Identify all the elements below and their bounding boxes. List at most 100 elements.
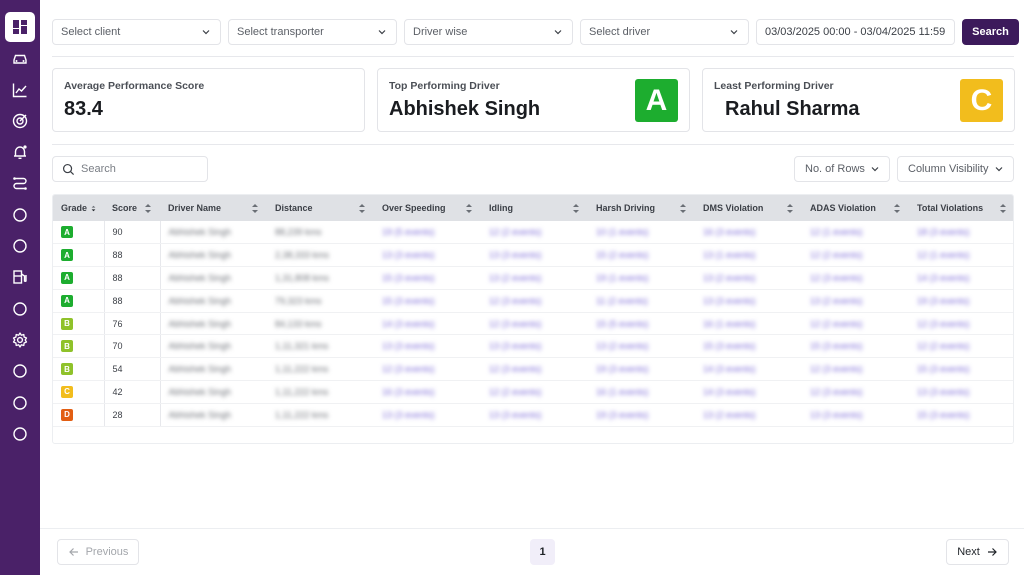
name-value: Abhishek Singh: [168, 364, 232, 375]
dms-value: 13 (1 events): [703, 250, 756, 261]
harsh-cell: 13 (2 events): [588, 334, 695, 359]
sidebar-item[interactable]: [5, 200, 35, 230]
column-header[interactable]: Grade: [53, 195, 104, 221]
dms-value: 14 (3 events): [703, 386, 756, 397]
column-header[interactable]: DMS Violation: [695, 195, 802, 221]
distance-cell: 88,239 kms: [267, 221, 374, 245]
least-driver-grade-badge: C: [960, 79, 1003, 122]
over-cell: 16 (3 events): [374, 380, 481, 404]
column-header[interactable]: Score: [104, 195, 160, 221]
top-driver-card: Top Performing Driver Abhishek Singh A: [377, 68, 690, 132]
sidebar-item[interactable]: [5, 294, 35, 324]
distance-value: 2,38,333 kms: [275, 250, 330, 261]
table-row[interactable]: A 88 Abhishek Singh 79,323 kms 15 (3 events)…: [53, 289, 1013, 313]
name-cell: Abhishek Singh: [160, 380, 267, 404]
sidebar: [0, 0, 40, 575]
sidebar-item[interactable]: [5, 388, 35, 418]
total-value: 12 (1 events): [917, 250, 970, 261]
sidebar-item[interactable]: [5, 106, 35, 136]
sidebar-item[interactable]: [5, 43, 35, 73]
table-row[interactable]: A 88 Abhishek Singh 1,31,808 kms 15 (3 event…: [53, 266, 1013, 290]
over-cell: 13 (3 events): [374, 243, 481, 268]
table-row[interactable]: C 42 Abhishek Singh 1,11,222 kms 16 (3 event…: [53, 380, 1013, 404]
distance-cell: 84,133 kms: [267, 312, 374, 336]
sort-icon[interactable]: [999, 203, 1007, 214]
client-select[interactable]: Select client: [52, 19, 221, 45]
car-icon: [13, 55, 27, 64]
date-range-picker[interactable]: 03/03/2025 00:00 - 03/04/2025 11:59: [756, 19, 955, 45]
name-value: Abhishek Singh: [168, 341, 232, 352]
column-header[interactable]: Harsh Driving: [588, 195, 695, 221]
next-button[interactable]: Next: [946, 539, 1009, 565]
column-visibility-select[interactable]: Column Visibility: [897, 156, 1014, 182]
previous-button[interactable]: Previous: [57, 539, 139, 565]
dms-cell: 13 (2 events): [695, 266, 802, 290]
column-header[interactable]: Idling: [481, 195, 588, 221]
search-button[interactable]: Search: [962, 19, 1019, 45]
sidebar-item[interactable]: [5, 231, 35, 261]
sort-icon[interactable]: [358, 203, 366, 214]
distance-value: 1,11,222 kms: [275, 364, 329, 375]
dms-cell: 14 (3 events): [695, 380, 802, 404]
adas-value: 12 (2 events): [810, 250, 863, 261]
page-number-button[interactable]: 1: [530, 539, 555, 565]
name-value: Abhishek Singh: [168, 318, 232, 329]
sidebar-item[interactable]: [5, 137, 35, 167]
table-row[interactable]: B 70 Abhishek Singh 1,11,321 kms 13 (3 event…: [53, 334, 1013, 359]
score-cell: 76: [104, 312, 161, 336]
harsh-cell: 11 (2 events): [588, 289, 695, 313]
sidebar-item[interactable]: [5, 75, 35, 105]
distance-cell: 1,11,321 kms: [267, 334, 374, 359]
pagination-bar: Previous 1 Next: [40, 528, 1024, 575]
idling-cell: 12 (3 events): [481, 357, 588, 382]
idling-value: 13 (3 events): [489, 409, 542, 420]
over-cell: 13 (3 events): [374, 334, 481, 359]
sort-icon[interactable]: [144, 203, 152, 214]
grade-cell: A: [53, 243, 105, 268]
idling-value: 13 (3 events): [489, 250, 542, 261]
adas-value: 12 (2 events): [810, 318, 863, 329]
grade-badge: A: [61, 294, 73, 307]
sidebar-item[interactable]: [5, 168, 35, 198]
over-cell: 15 (3 events): [374, 289, 481, 313]
average-score-card: Average Performance Score 83.4: [52, 68, 365, 132]
name-cell: Abhishek Singh: [160, 221, 267, 245]
sidebar-item[interactable]: [5, 12, 35, 42]
sidebar-item[interactable]: [5, 325, 35, 355]
column-header[interactable]: Driver Name: [160, 195, 267, 221]
table-row[interactable]: A 90 Abhishek Singh 88,239 kms 19 (5 events)…: [53, 221, 1013, 245]
column-header-label: DMS Violation: [703, 203, 764, 213]
sort-icon[interactable]: [786, 203, 794, 214]
adas-cell: 13 (3 events): [802, 403, 909, 427]
column-header[interactable]: Over Speeding: [374, 195, 481, 221]
column-header[interactable]: ADAS Violation: [802, 195, 909, 221]
sort-icon[interactable]: [679, 203, 687, 214]
grade-cell: B: [53, 357, 105, 382]
table-row[interactable]: B 76 Abhishek Singh 84,133 kms 14 (3 events)…: [53, 312, 1013, 336]
sort-icon[interactable]: [91, 203, 96, 214]
dashboard-icon: [13, 20, 27, 34]
idling-cell: 13 (3 events): [481, 403, 588, 427]
mode-select[interactable]: Driver wise: [404, 19, 573, 45]
sort-icon[interactable]: [465, 203, 473, 214]
sidebar-item[interactable]: [5, 356, 35, 386]
sidebar-item[interactable]: [5, 262, 35, 292]
sort-icon[interactable]: [572, 203, 580, 214]
column-header[interactable]: Distance: [267, 195, 374, 221]
table-row[interactable]: D 28 Abhishek Singh 1,11,222 kms 13 (3 event…: [53, 403, 1013, 427]
table-row[interactable]: A 88 Abhishek Singh 2,38,333 kms 13 (3 event…: [53, 243, 1013, 268]
table-search-input[interactable]: Search: [52, 156, 208, 182]
sort-icon[interactable]: [251, 203, 259, 214]
over-value: 13 (3 events): [382, 250, 435, 261]
table-row[interactable]: B 54 Abhishek Singh 1,11,222 kms 12 (3 event…: [53, 357, 1013, 382]
idling-value: 12 (3 events): [489, 364, 542, 375]
driver-select[interactable]: Select driver: [580, 19, 749, 45]
sidebar-item[interactable]: [5, 419, 35, 449]
harsh-value: 10 (1 events): [596, 227, 649, 238]
search-icon: [62, 163, 75, 175]
transporter-select[interactable]: Select transporter: [228, 19, 397, 45]
rows-select[interactable]: No. of Rows: [794, 156, 890, 182]
column-header[interactable]: Total Violations: [909, 195, 1013, 221]
card-label: Average Performance Score: [64, 80, 205, 92]
sort-icon[interactable]: [893, 203, 901, 214]
